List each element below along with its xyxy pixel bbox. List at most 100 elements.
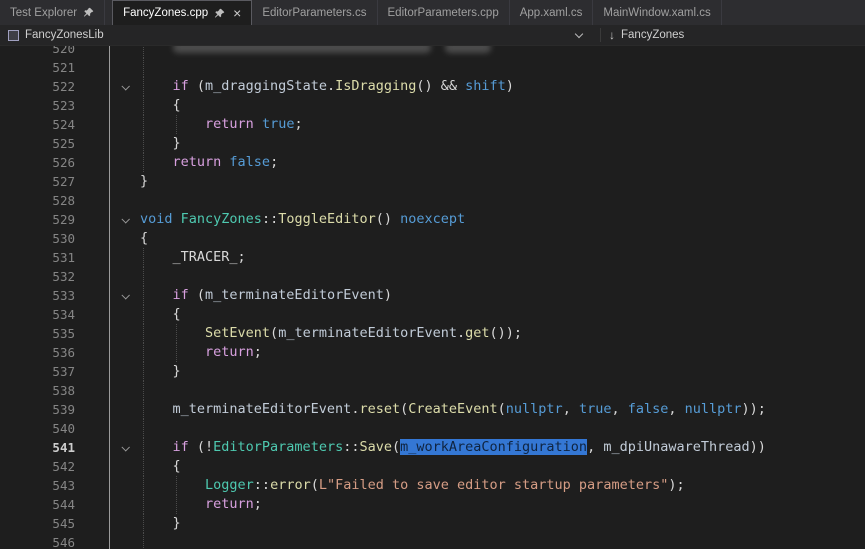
code-line-545[interactable]: 545}	[0, 514, 865, 533]
line-number[interactable]: 534	[0, 305, 110, 324]
line-content[interactable]: {	[140, 305, 865, 324]
code-line-546[interactable]: 546	[0, 533, 865, 549]
tab-App.xaml.cs[interactable]: App.xaml.cs	[510, 0, 594, 25]
line-content[interactable]: m_terminateEditorEvent.reset(CreateEvent…	[140, 400, 865, 419]
code-line-543[interactable]: 543 Logger::error(L"Failed to save editor…	[0, 476, 865, 495]
tool-tab-test-explorer[interactable]: Test Explorer	[0, 0, 105, 25]
line-content[interactable]: return;	[140, 495, 865, 514]
code-line-526[interactable]: 526 return false;	[0, 153, 865, 172]
code-editor[interactable]: 520521522 if (m_draggingState.IsDragging(…	[0, 46, 865, 549]
line-content[interactable]	[140, 58, 865, 77]
line-content[interactable]	[140, 267, 865, 286]
fold-margin	[110, 248, 140, 267]
tab-EditorParameters.cpp[interactable]: EditorParameters.cpp	[378, 0, 510, 25]
line-content[interactable]: if (m_terminateEditorEvent)	[140, 286, 865, 305]
line-number[interactable]: 541	[0, 438, 110, 457]
code-line-537[interactable]: 537}	[0, 362, 865, 381]
line-number[interactable]: 540	[0, 419, 110, 438]
line-number[interactable]: 542	[0, 457, 110, 476]
line-number[interactable]: 531	[0, 248, 110, 267]
line-content[interactable]: }	[140, 362, 865, 381]
code-line-524[interactable]: 524 return true;	[0, 115, 865, 134]
line-number[interactable]: 532	[0, 267, 110, 286]
line-content[interactable]: {	[140, 229, 865, 248]
line-number[interactable]: 544	[0, 495, 110, 514]
line-content[interactable]: if (!EditorParameters::Save(m_workAreaCo…	[140, 438, 865, 457]
line-content[interactable]: return true;	[140, 115, 865, 134]
line-content[interactable]	[140, 419, 865, 438]
code-line-536[interactable]: 536 return;	[0, 343, 865, 362]
line-number[interactable]: 537	[0, 362, 110, 381]
fold-chevron-icon[interactable]	[110, 210, 140, 229]
code-line-534[interactable]: 534 {	[0, 305, 865, 324]
line-content[interactable]	[140, 381, 865, 400]
tab-EditorParameters.cs[interactable]: EditorParameters.cs	[252, 0, 377, 25]
code-line-531[interactable]: 531 _TRACER_;	[0, 248, 865, 267]
line-number[interactable]: 523	[0, 96, 110, 115]
line-number[interactable]: 520	[0, 46, 110, 58]
line-content[interactable]	[140, 46, 865, 58]
line-content[interactable]: }	[140, 172, 865, 191]
code-line-541[interactable]: 541 if (!EditorParameters::Save(m_workAre…	[0, 438, 865, 457]
member-combo[interactable]: ↓ FancyZones	[601, 25, 865, 45]
line-number[interactable]: 543	[0, 476, 110, 495]
code-line-530[interactable]: 530 {	[0, 229, 865, 248]
close-icon[interactable]: ×	[231, 6, 241, 20]
line-number[interactable]: 522	[0, 77, 110, 96]
code-line-540[interactable]: 540	[0, 419, 865, 438]
pin-icon[interactable]	[83, 7, 94, 18]
line-number[interactable]: 546	[0, 533, 110, 549]
line-content[interactable]: }	[140, 514, 865, 533]
code-line-533[interactable]: 533 if (m_terminateEditorEvent)	[0, 286, 865, 305]
line-content[interactable]: SetEvent(m_terminateEditorEvent.get());	[140, 324, 865, 343]
code-line-542[interactable]: 542 {	[0, 457, 865, 476]
code-line-521[interactable]: 521	[0, 58, 865, 77]
line-content[interactable]: _TRACER_;	[140, 248, 865, 267]
line-content[interactable]: Logger::error(L"Failed to save editor st…	[140, 476, 865, 495]
code-line-532[interactable]: 532	[0, 267, 865, 286]
line-content[interactable]	[140, 191, 865, 210]
line-content[interactable]: return;	[140, 343, 865, 362]
chevron-down-icon[interactable]	[575, 29, 583, 37]
code-line-527[interactable]: 527}	[0, 172, 865, 191]
line-content[interactable]: {	[140, 96, 865, 115]
line-number[interactable]: 536	[0, 343, 110, 362]
tab-FancyZones.cpp[interactable]: FancyZones.cpp×	[112, 0, 252, 25]
line-number[interactable]: 527	[0, 172, 110, 191]
code-line-535[interactable]: 535 SetEvent(m_terminateEditorEvent.get()…	[0, 324, 865, 343]
line-content[interactable]: return false;	[140, 153, 865, 172]
line-number[interactable]: 530	[0, 229, 110, 248]
code-line-522[interactable]: 522 if (m_draggingState.IsDragging() && s…	[0, 77, 865, 96]
line-content[interactable]: void FancyZones::ToggleEditor() noexcept	[140, 210, 865, 229]
line-number[interactable]: 535	[0, 324, 110, 343]
code-line-544[interactable]: 544 return;	[0, 495, 865, 514]
code-line-528[interactable]: 528	[0, 191, 865, 210]
pin-icon[interactable]	[214, 8, 225, 19]
line-number[interactable]: 528	[0, 191, 110, 210]
line-number[interactable]: 538	[0, 381, 110, 400]
code-line-525[interactable]: 525}	[0, 134, 865, 153]
line-content[interactable]: {	[140, 457, 865, 476]
fold-chevron-icon[interactable]	[110, 286, 140, 305]
line-content[interactable]: }	[140, 134, 865, 153]
code-line-520[interactable]: 520	[0, 46, 865, 58]
code-line-538[interactable]: 538	[0, 381, 865, 400]
line-number[interactable]: 529	[0, 210, 110, 229]
line-number[interactable]: 526	[0, 153, 110, 172]
tab-MainWindow.xaml.cs[interactable]: MainWindow.xaml.cs	[593, 0, 721, 25]
code-token: shift	[465, 78, 506, 94]
line-content[interactable]: if (m_draggingState.IsDragging() && shif…	[140, 77, 865, 96]
code-line-539[interactable]: 539 m_terminateEditorEvent.reset(CreateEv…	[0, 400, 865, 419]
code-line-523[interactable]: 523 {	[0, 96, 865, 115]
line-number[interactable]: 525	[0, 134, 110, 153]
line-number[interactable]: 539	[0, 400, 110, 419]
line-content[interactable]	[140, 533, 865, 549]
line-number[interactable]: 521	[0, 58, 110, 77]
fold-chevron-icon[interactable]	[110, 77, 140, 96]
line-number[interactable]: 545	[0, 514, 110, 533]
line-number[interactable]: 533	[0, 286, 110, 305]
project-combo[interactable]: FancyZonesLib	[0, 25, 600, 45]
fold-chevron-icon[interactable]	[110, 438, 140, 457]
line-number[interactable]: 524	[0, 115, 110, 134]
code-line-529[interactable]: 529 void FancyZones::ToggleEditor() noexc…	[0, 210, 865, 229]
